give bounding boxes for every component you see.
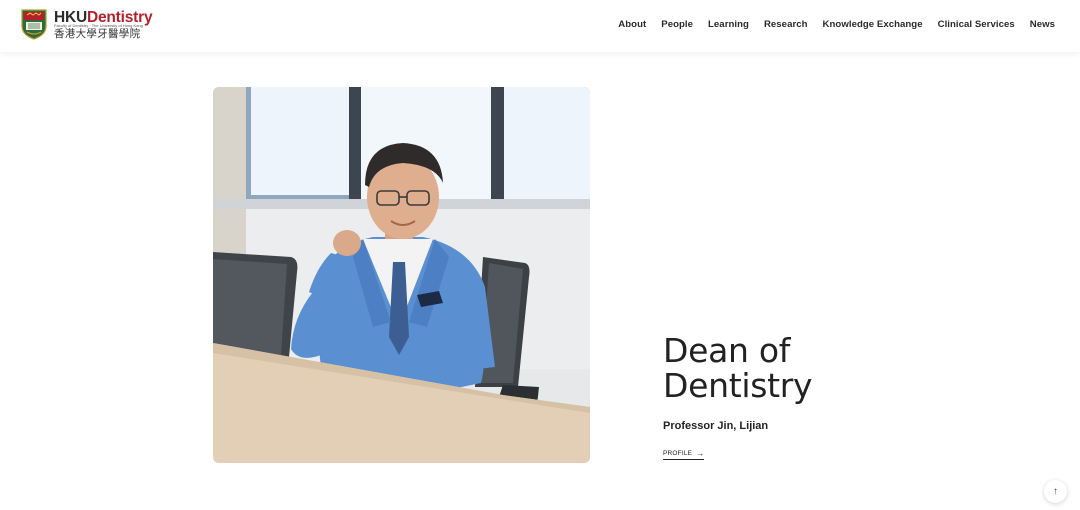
site-header: HKUDentistry Faculty of Dentistry · The … (0, 0, 1080, 52)
nav-learning[interactable]: Learning (708, 19, 749, 30)
dean-name: Professor Jin, Lijian (663, 420, 769, 432)
dean-portrait-photo (213, 87, 590, 463)
hku-dentistry-logo[interactable]: HKUDentistry Faculty of Dentistry · The … (21, 9, 161, 41)
arrow-up-icon: ↑ (1053, 486, 1058, 497)
back-to-top-button[interactable]: ↑ (1044, 480, 1067, 503)
nav-clinical-services[interactable]: Clinical Services (938, 19, 1015, 30)
profile-link-label: PROFILE (663, 450, 693, 457)
nav-knowledge-exchange[interactable]: Knowledge Exchange (823, 19, 923, 30)
logo-chinese-name: 香港大學牙醫學院 (54, 28, 141, 40)
nav-research[interactable]: Research (764, 19, 808, 30)
nav-about[interactable]: About (618, 19, 646, 30)
main-navigation: About People Learning Research Knowledge… (603, 0, 1055, 49)
nav-news[interactable]: News (1030, 19, 1055, 30)
profile-link[interactable]: PROFILE → (663, 448, 705, 460)
headline-line-2: Dentistry (663, 366, 813, 405)
portrait-illustration (213, 87, 590, 463)
arrow-right-icon: → (696, 448, 705, 458)
nav-people[interactable]: People (661, 19, 693, 30)
headline-line-1: Dean of (663, 331, 791, 370)
university-crest-icon (21, 9, 47, 40)
hero-headline: Dean of Dentistry (663, 333, 903, 403)
